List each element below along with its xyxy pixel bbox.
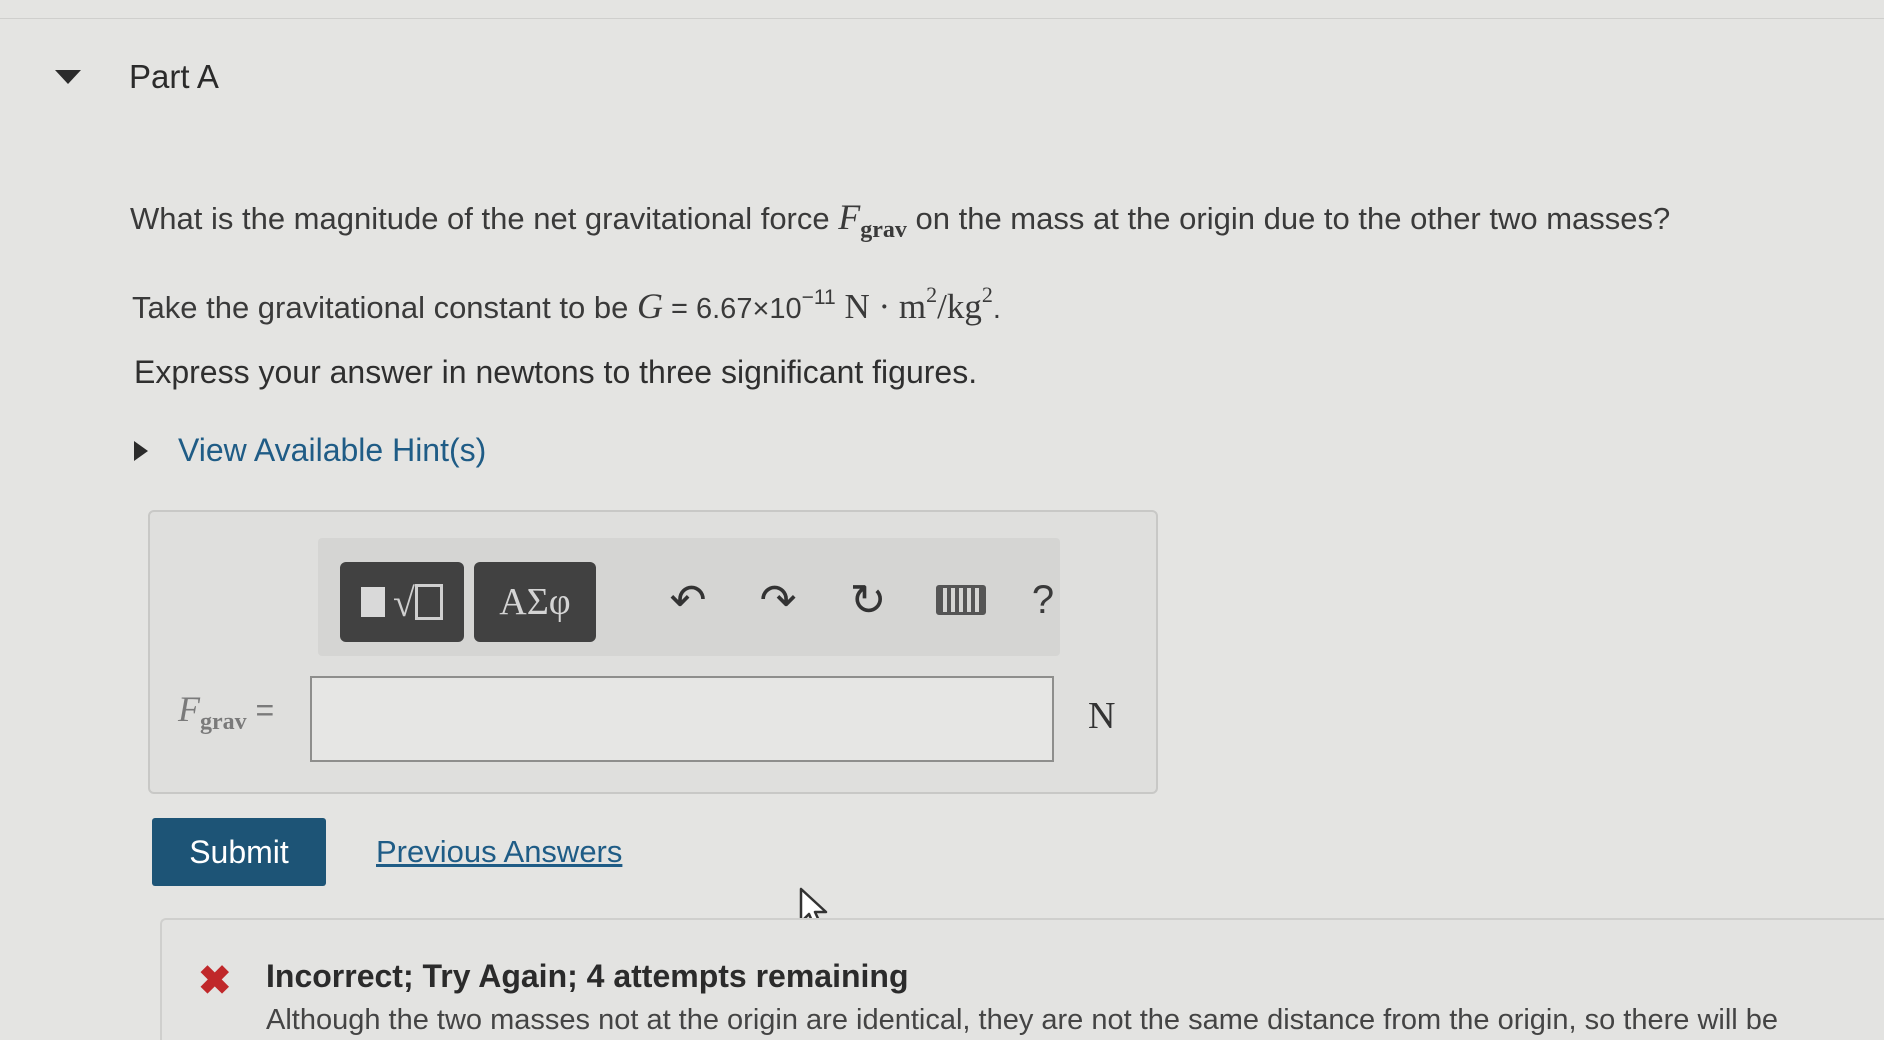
top-divider — [0, 18, 1884, 19]
incorrect-icon: ✖ — [198, 959, 232, 1003]
caret-right-icon[interactable] — [134, 440, 148, 461]
undo-icon[interactable]: ↶ — [658, 570, 718, 630]
submit-button[interactable]: Submit — [152, 818, 326, 886]
constant-equals: = — [662, 293, 696, 325]
unit-label: N — [1088, 695, 1116, 737]
feedback-title: Incorrect; Try Again; 4 attempts remaini… — [266, 958, 909, 994]
math-toolbar: √ ΑΣφ ↶ ↷ ↻ ? — [318, 538, 1060, 656]
instruction-text: Express your answer in newtons to three … — [134, 354, 978, 390]
question-symbol: F — [838, 197, 861, 237]
question-prefix: What is the magnitude of the net gravita… — [130, 201, 839, 236]
keyboard-button[interactable] — [928, 570, 994, 630]
part-title: Part A — [129, 58, 219, 95]
question-text: What is the magnitude of the net gravita… — [130, 196, 1670, 244]
answer-input[interactable] — [310, 676, 1054, 762]
view-hints-link[interactable]: View Available Hint(s) — [178, 432, 486, 469]
greek-symbols-button[interactable]: ΑΣφ — [474, 562, 596, 642]
feedback-panel: ✖ Incorrect; Try Again; 4 attempts remai… — [160, 918, 1884, 1040]
caret-down-icon[interactable] — [55, 70, 81, 84]
template-box-icon — [414, 584, 443, 620]
template-square-icon — [361, 587, 386, 617]
help-icon[interactable]: ? — [1018, 570, 1068, 630]
part-header[interactable]: Part A — [55, 52, 219, 102]
constant-end: . — [992, 293, 1001, 325]
answer-label: Fgrav = — [178, 688, 274, 736]
radical-icon: √ — [393, 579, 415, 625]
constant-unit-b-sup: 2 — [981, 282, 993, 307]
answer-equals: = — [246, 692, 275, 728]
constant-unit-a: N · m — [835, 287, 927, 326]
answer-symbol: F — [178, 689, 200, 729]
hint-toggle[interactable]: View Available Hint(s) — [134, 432, 486, 469]
constant-unit-b: /kg — [937, 287, 982, 326]
question-subscript: grav — [860, 217, 907, 243]
constant-value: 6.67×10 — [696, 293, 802, 325]
keyboard-icon — [936, 585, 986, 615]
question-suffix: on the mass at the origin due to the oth… — [906, 201, 1671, 236]
constant-unit-a-sup: 2 — [926, 282, 938, 307]
answer-subscript: grav — [200, 709, 247, 735]
constant-text: Take the gravitational constant to be G … — [132, 282, 1001, 327]
previous-answers-link[interactable]: Previous Answers — [376, 834, 622, 870]
constant-exponent: −11 — [801, 286, 836, 309]
constant-prefix: Take the gravitational constant to be — [132, 290, 637, 325]
redo-icon[interactable]: ↷ — [748, 570, 808, 630]
reset-icon[interactable]: ↻ — [838, 570, 898, 630]
templates-button[interactable]: √ — [340, 562, 464, 642]
constant-symbol: G — [636, 286, 663, 326]
feedback-text: Although the two masses not at the origi… — [266, 1004, 1779, 1036]
answer-box: √ ΑΣφ ↶ ↷ ↻ ? Fgrav = N — [148, 510, 1158, 794]
